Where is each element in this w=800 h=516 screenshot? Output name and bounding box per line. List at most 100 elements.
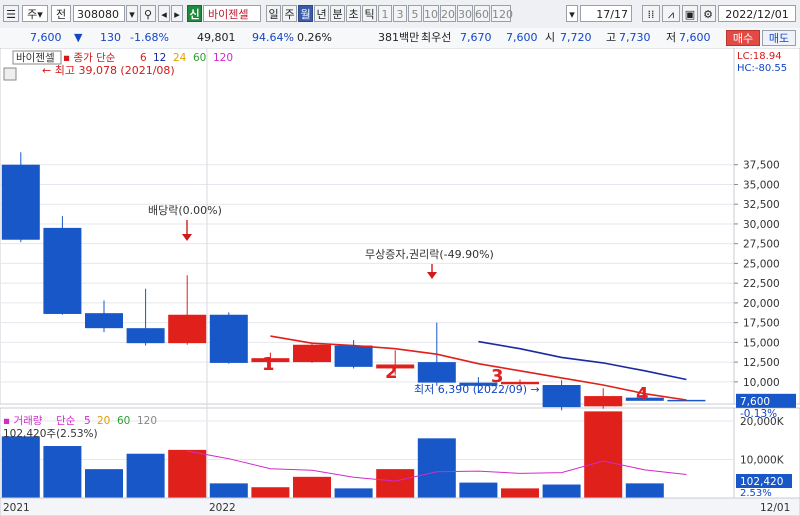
wave-number-4: 4 — [636, 384, 649, 405]
x-tick-2022: 2022 — [209, 502, 236, 514]
candle-body — [584, 396, 623, 407]
volume-marker-label: 102,420 — [740, 476, 783, 488]
price-tick-label: 22,500 — [743, 278, 780, 290]
gear-icon[interactable]: ⚙ — [700, 5, 716, 22]
price-tick-label: 35,000 — [743, 179, 780, 191]
tab-period-1[interactable]: 주 — [282, 5, 297, 22]
high-price: 7,730 — [619, 31, 651, 44]
stock-logo: 신 — [187, 5, 202, 22]
price-tick-label: 25,000 — [743, 258, 780, 270]
last-price-label: 7,600 — [740, 396, 770, 408]
volume-legend-ma-prefix: 단순 — [56, 415, 76, 427]
volume-bar — [126, 453, 165, 498]
tab-count-1[interactable]: 3 — [393, 5, 407, 22]
menu-icon[interactable]: ☰ — [3, 5, 19, 22]
last-price-pct: -0.13% — [740, 408, 777, 420]
volume-bar — [376, 469, 415, 498]
best-ask: 7,670 — [460, 31, 492, 44]
volume-bar — [334, 488, 373, 498]
open-label: 시 — [545, 31, 556, 44]
price-tick-label: 15,000 — [743, 337, 780, 349]
low-price: 7,600 — [679, 31, 711, 44]
tab-period-2[interactable]: 월 — [298, 5, 313, 22]
tab-period-6[interactable]: 틱 — [362, 5, 377, 22]
tab-count-4[interactable]: 20 — [440, 5, 456, 22]
price-tick-label: 12,500 — [743, 357, 780, 369]
code-value: 308080 — [77, 8, 119, 21]
tab-count-6[interactable]: 60 — [474, 5, 490, 22]
code-dropdown-icon[interactable]: ▾ — [126, 5, 138, 22]
volume-legend-name: ▪ 거래량 — [3, 415, 43, 427]
tab-period-5[interactable]: 초 — [346, 5, 361, 22]
wave-number-2: 2 — [385, 362, 398, 383]
candle-body — [85, 313, 123, 329]
tab-period-0[interactable]: 일 — [266, 5, 281, 22]
best-ask-label: 최우선 — [421, 31, 452, 44]
low-annotation: 최저 6,390 (2022/09) → — [414, 383, 540, 396]
volume-bar — [293, 476, 331, 498]
next-icon[interactable]: ▸ — [171, 5, 183, 22]
toolbar: ☰ 주▾ 전 308080 ▾ ⚲ ◂ ▸ 신 바이젠셀 일주월년분초틱 135… — [0, 0, 800, 29]
candle-body — [1, 164, 40, 240]
legend-ma-12: 12 — [153, 52, 166, 64]
price-tick-label: 10,000 — [743, 377, 780, 389]
price-tick-label: 17,500 — [743, 318, 780, 330]
buy-button[interactable]: 매수 — [726, 30, 760, 46]
volume-tick-label: 10,000K — [740, 455, 785, 467]
prev-icon[interactable]: ◂ — [158, 5, 170, 22]
save-icon[interactable]: ▣ — [682, 5, 698, 22]
tab-period-3[interactable]: 년 — [314, 5, 329, 22]
turnover-ratio: 0.26% — [297, 31, 332, 44]
code-input[interactable]: 308080 — [73, 5, 125, 22]
volume-legend-ma-60: 60 — [117, 415, 130, 427]
tab-count-3[interactable]: 10 — [423, 5, 439, 22]
chart-type-icon[interactable]: ⩘ — [662, 5, 680, 22]
tab-count-2[interactable]: 5 — [408, 5, 422, 22]
sell-button[interactable]: 매도 — [762, 30, 796, 46]
volume-ratio: 94.64% — [252, 31, 294, 44]
volume-bar — [459, 482, 498, 498]
high-annotation: ← 최고 39,078 (2021/08) — [42, 64, 175, 77]
legend-name-tag: 바이젠셀 — [16, 52, 55, 64]
price-tick-label: 30,000 — [743, 219, 780, 231]
volume-bar — [251, 487, 290, 498]
legend-ma-120: 120 — [213, 52, 233, 64]
search-icon[interactable]: ⚲ — [140, 5, 156, 22]
date-field[interactable]: 2022/12/01 — [718, 5, 796, 22]
candle-body — [168, 314, 207, 344]
volume-bar — [542, 484, 581, 498]
legend-ma-60: 60 — [193, 52, 206, 64]
volume-bar — [584, 411, 623, 498]
market-label: 주 — [27, 8, 38, 21]
volume-bar — [43, 446, 82, 498]
candle-body — [293, 344, 331, 363]
page-indicator: 17/17 — [580, 5, 632, 22]
tab-count-5[interactable]: 30 — [457, 5, 473, 22]
candle-body — [126, 328, 165, 344]
volume-last-label: 102,420주(2.53%) — [3, 428, 98, 440]
down-arrow-icon: ▼ — [74, 31, 83, 44]
rights-label: 무상증자,권리락(-49.90%) — [365, 248, 494, 261]
volume-bar — [417, 438, 456, 498]
tab-count-7[interactable]: 120 — [491, 5, 513, 22]
compare-icon[interactable]: ⁞⁞ — [642, 5, 660, 22]
type-label: 전 — [55, 8, 67, 21]
tab-count-0[interactable]: 1 — [378, 5, 392, 22]
legend-ma-6: 6 — [140, 52, 147, 64]
volume-legend-ma-120: 120 — [137, 415, 157, 427]
low-label: 저 — [666, 31, 677, 44]
trade-amount: 381백만 — [378, 31, 420, 44]
price-tick-label: 32,500 — [743, 199, 780, 211]
stock-chart[interactable]: 37,500 35,000 32,500 30,000 27,500 25,000 22,5… — [0, 48, 800, 516]
count-dropdown-icon[interactable]: ▾ — [566, 5, 578, 22]
candle-body — [542, 385, 581, 408]
price-change: 130 — [100, 31, 121, 44]
lc-indicator: LC:18.94 — [737, 51, 782, 62]
hc-indicator: HC:-80.55 — [737, 63, 787, 74]
grid-icon — [3, 67, 17, 81]
market-select[interactable]: 주▾ — [22, 5, 48, 22]
candle-body — [667, 399, 706, 402]
type-select[interactable]: 전 — [51, 5, 71, 22]
tab-period-4[interactable]: 분 — [330, 5, 345, 22]
x-axis-bar — [0, 497, 800, 516]
